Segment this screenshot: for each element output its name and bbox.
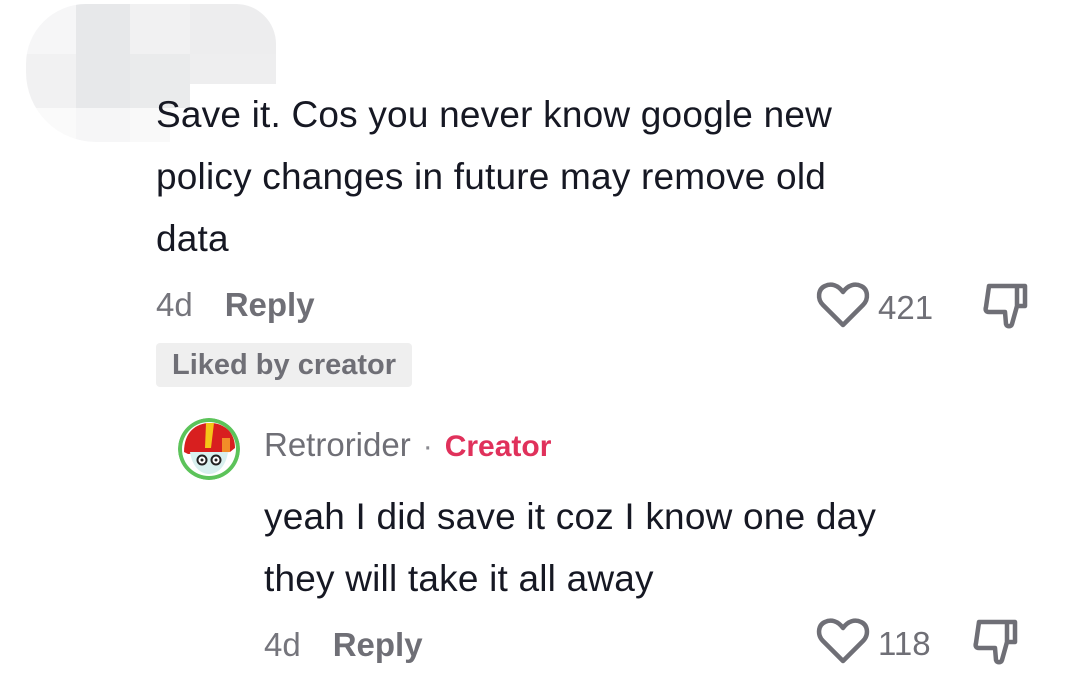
comment-body: Save it. Cos you never know google new p… — [156, 84, 832, 270]
liked-by-creator-badge: Liked by creator — [156, 343, 413, 387]
reply-actions: 118 — [816, 616, 1021, 671]
heart-outline-icon — [816, 617, 870, 670]
separator-dot: · — [422, 430, 433, 463]
comment-meta: 4d Reply — [156, 286, 315, 324]
reply-like-count: 118 — [878, 624, 931, 662]
reply-text-line: yeah I did save it coz I know one day — [264, 496, 877, 537]
creator-badge: Creator — [444, 430, 552, 463]
dislike-button[interactable] — [981, 280, 1031, 335]
like-button[interactable]: 421 — [816, 281, 933, 334]
reply-username[interactable]: Retrorider — [264, 426, 411, 464]
reply-timestamp: 4d — [264, 626, 301, 663]
reply-body: yeah I did save it coz I know one day th… — [264, 486, 876, 610]
comment-text-line: Save it. Cos you never know google new — [156, 94, 833, 135]
comment-text-line: data — [156, 218, 229, 259]
reply-meta: 4d Reply — [264, 626, 423, 664]
like-count: 421 — [878, 288, 934, 326]
reply-dislike-button[interactable] — [971, 616, 1021, 671]
reply-to-reply-button[interactable]: Reply — [333, 626, 423, 664]
reply-button[interactable]: Reply — [225, 286, 315, 324]
reply-text-line: they will take it all away — [264, 558, 654, 599]
comment-timestamp: 4d — [156, 286, 193, 323]
avatar[interactable] — [178, 418, 240, 480]
thumbs-down-icon — [981, 280, 1031, 335]
heart-outline-icon — [816, 281, 870, 334]
comment-text-line: policy changes in future may remove old — [156, 156, 827, 197]
comment-actions: 421 — [816, 280, 1031, 335]
reply-header: Retrorider · Creator — [264, 426, 551, 464]
thumbs-down-icon — [971, 616, 1021, 671]
reply-like-button[interactable]: 118 — [816, 617, 931, 670]
